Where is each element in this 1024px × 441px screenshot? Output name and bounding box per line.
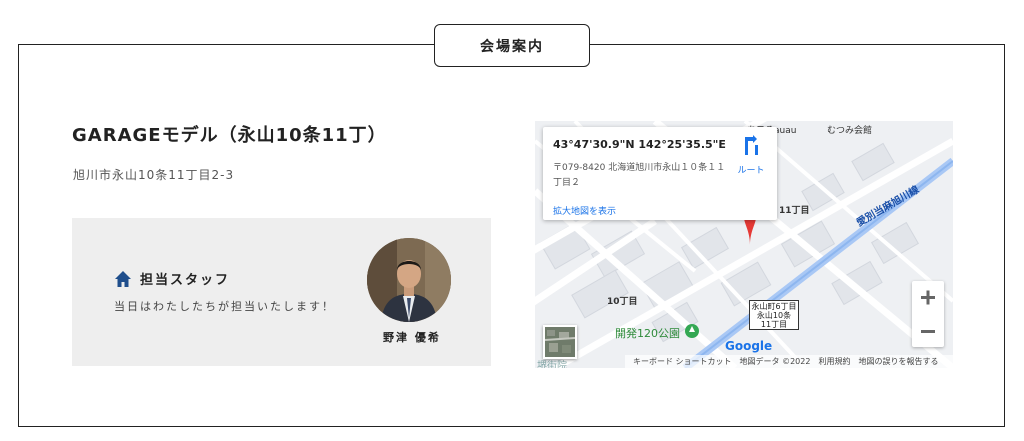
zoom-control xyxy=(912,281,944,347)
keyboard-shortcuts-link[interactable]: キーボード ショートカット xyxy=(633,356,732,367)
staff-message: 当日はわたしたちが担当いたします！ xyxy=(114,300,335,313)
map-label-10chome: 10丁目 xyxy=(607,297,638,307)
satellite-thumbnail-icon xyxy=(544,327,576,357)
map-data-credit: 地図データ ©2022 xyxy=(739,357,811,366)
minus-icon xyxy=(921,330,935,333)
venue-info-tab: 会場案内 xyxy=(434,24,590,67)
staff-name: 野津 優希 xyxy=(383,331,441,344)
venue-title: GARAGEモデル（永山10条11丁） xyxy=(72,125,387,146)
map-address: 〒079-8420 北海道旭川市永山１０条１１丁目２ xyxy=(553,163,726,188)
map-label-block: 永山町6丁目 永山10条 11丁目 xyxy=(749,300,799,330)
staff-card: 担当スタッフ 当日はわたしたちが担当いたします！ 野津 優希 xyxy=(72,218,491,366)
map-footer: キーボード ショートカット 地図データ ©2022 利用規約 地図の誤りを報告す… xyxy=(625,355,953,368)
plus-icon xyxy=(921,290,935,305)
house-icon xyxy=(115,270,131,287)
map-label-park: 開発120公園 xyxy=(615,327,680,340)
directions-icon xyxy=(745,135,758,155)
route-button[interactable]: ルート xyxy=(731,133,771,177)
staff-photo xyxy=(367,238,451,322)
staff-heading-label: 担当スタッフ xyxy=(140,273,231,288)
map-info-card: 43°47'30.9"N 142°25'35.5"E 〒079-8420 北海道… xyxy=(543,127,777,220)
map-embed[interactable]: あ〒るauau むつみ会館 11丁目 10丁目 愛別当麻旭川線 開発120公園 … xyxy=(535,121,953,368)
terms-link[interactable]: 利用規約 xyxy=(818,356,850,367)
map-label-11chome: 11丁目 xyxy=(779,206,810,216)
zoom-in-button[interactable] xyxy=(912,281,944,313)
report-error-link[interactable]: 地図の誤りを報告する xyxy=(858,356,938,367)
staff-heading: 担当スタッフ xyxy=(114,269,230,288)
enlarge-map-link[interactable]: 拡大地図を表示 xyxy=(553,204,616,217)
zoom-out-button[interactable] xyxy=(912,315,944,347)
route-label: ルート xyxy=(737,166,765,176)
venue-address: 旭川市永山10条11丁目2-3 xyxy=(73,168,235,182)
block-label-text: 永山町6丁目 永山10条 11丁目 xyxy=(751,302,797,329)
map-label-hall: むつみ会館 xyxy=(827,126,873,136)
google-logo: Google xyxy=(725,339,773,353)
map-coordinates: 43°47'30.9"N 142°25'35.5"E xyxy=(553,138,726,151)
satellite-toggle[interactable] xyxy=(543,325,577,359)
